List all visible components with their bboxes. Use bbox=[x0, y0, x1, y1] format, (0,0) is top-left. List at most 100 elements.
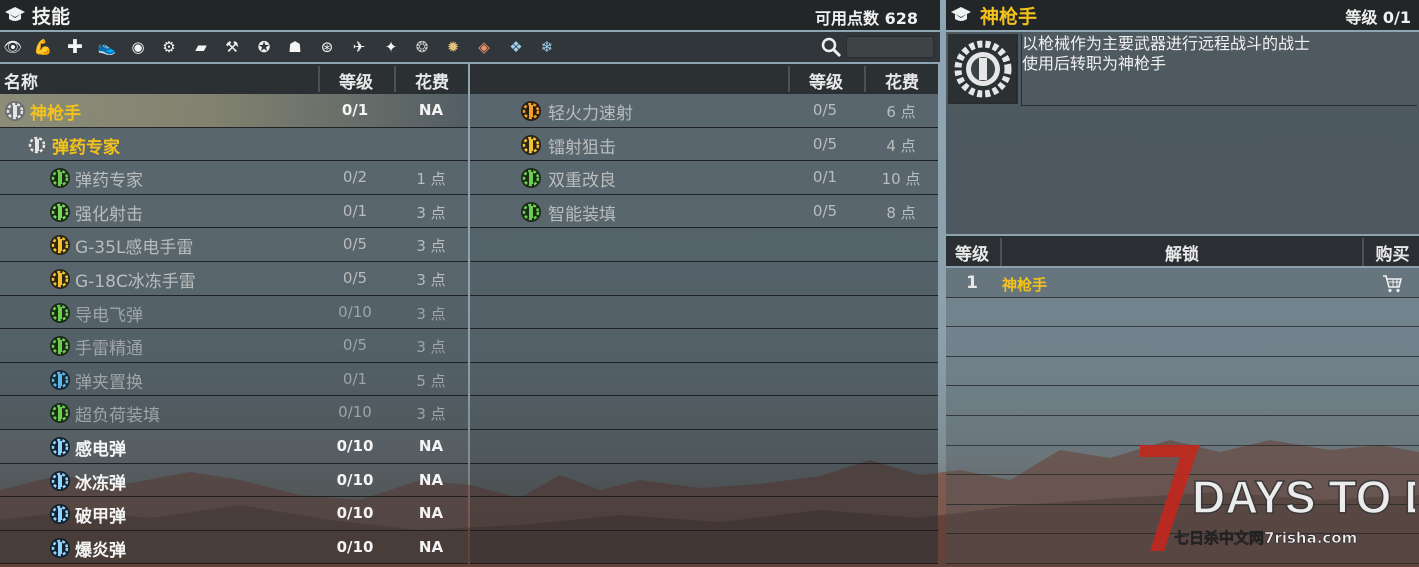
skill-row[interactable]: 弹药专家 0/2 1 点 bbox=[0, 161, 468, 195]
description-line: 以枪械作为主要武器进行远程战斗的战士 bbox=[1022, 34, 1311, 53]
skill-cost: 3 点 bbox=[416, 203, 446, 222]
detail-level: 等级 0/1 bbox=[1345, 8, 1411, 27]
empty-skill-row bbox=[470, 228, 938, 262]
ice-icon[interactable]: ❄ bbox=[537, 37, 557, 57]
skill-row[interactable]: 轻火力速射 0/5 6 点 bbox=[470, 94, 938, 128]
plus-icon[interactable]: ✚ bbox=[65, 36, 85, 58]
detail-title-bar: 神枪手 等级 0/1 bbox=[946, 0, 1419, 30]
skill-row[interactable]: 冰冻弹 0/10 NA bbox=[0, 463, 468, 498]
eye-icon[interactable]: 👁 bbox=[3, 37, 23, 57]
skill-row[interactable]: 破甲弹 0/10 NA bbox=[0, 497, 468, 531]
skull-gear-icon[interactable]: ✪ bbox=[254, 37, 274, 57]
skill-cost: 3 点 bbox=[416, 405, 446, 424]
gear-icon[interactable]: ⚙ bbox=[159, 37, 179, 57]
header-name: 名称 bbox=[4, 73, 38, 93]
bullet-icon bbox=[50, 168, 70, 189]
skill-cost: NA bbox=[418, 537, 444, 556]
emblem-icon[interactable]: ❂ bbox=[412, 37, 432, 57]
skill-cost: NA bbox=[418, 504, 444, 523]
skill-cost: 5 点 bbox=[416, 371, 446, 390]
rapid-fire-icon bbox=[521, 101, 541, 121]
skill-row[interactable]: 弹夹置换 0/1 5 点 bbox=[0, 362, 468, 397]
skills-title-bar: 技能 可用点数 628 bbox=[0, 0, 940, 30]
skill-level: 0/10 bbox=[336, 537, 374, 556]
overload-icon bbox=[50, 403, 70, 424]
skill-row[interactable]: 感电弹 0/10 NA bbox=[0, 429, 468, 464]
skill-level: 0/1 bbox=[341, 101, 369, 119]
skill-row[interactable]: 爆炎弹 0/10 NA bbox=[0, 530, 468, 565]
header-level: 等级 bbox=[788, 66, 862, 93]
empty-skill-row bbox=[470, 362, 938, 397]
skill-cost: 3 点 bbox=[416, 270, 446, 289]
unlock-row[interactable]: 1 神枪手 bbox=[946, 268, 1419, 298]
skill-row[interactable]: 导电飞弹 0/10 3 点 bbox=[0, 295, 468, 330]
search-icon[interactable] bbox=[820, 36, 842, 58]
missile-icon bbox=[50, 302, 70, 323]
empty-unlock-row bbox=[946, 327, 1419, 357]
skill-level: 0/5 bbox=[812, 134, 838, 153]
skill-row[interactable]: G-35L感电手雷 0/5 3 点 bbox=[0, 228, 468, 262]
cowboy-hat-icon[interactable]: ☗ bbox=[285, 37, 305, 57]
unlock-name: 神枪手 bbox=[1002, 276, 1048, 294]
cart-icon[interactable] bbox=[1381, 272, 1403, 294]
shock-round-icon bbox=[50, 436, 70, 457]
drone-icon[interactable]: ⊛ bbox=[317, 37, 337, 57]
gear-skull-icon bbox=[5, 101, 25, 121]
skill-name: 智能装填 bbox=[548, 204, 616, 225]
gunslinger-icon[interactable]: ✹ bbox=[443, 37, 463, 57]
skill-cost: NA bbox=[418, 436, 444, 455]
book-icon[interactable]: ▰ bbox=[191, 37, 211, 57]
skill-name: 爆炎弹 bbox=[75, 540, 126, 561]
description-line: 使用后转职为神枪手 bbox=[1022, 54, 1167, 73]
ap-round-icon bbox=[50, 504, 70, 525]
skill-name: G-18C冰冻手雷 bbox=[75, 271, 196, 292]
category-icon-bar: 👁 💪 ✚ 👟 ◉ ⚙ ▰ ⚒ ✪ ☗ ⊛ ✈ ✦ ❂ ✹ ◈ ❖ ❄ bbox=[0, 32, 940, 62]
skill-row[interactable]: 超负荷装填 0/10 3 点 bbox=[0, 396, 468, 430]
skill-cost: 3 点 bbox=[416, 338, 446, 357]
hammer-icon[interactable]: ⚒ bbox=[222, 37, 242, 57]
unlock-header-unlock: 解锁 bbox=[1000, 238, 1364, 266]
graduation-cap-icon bbox=[951, 7, 971, 21]
muscle-icon[interactable]: 💪 bbox=[33, 37, 53, 57]
bird-icon[interactable]: ✦ bbox=[381, 37, 401, 57]
skill-row[interactable]: 神枪手 0/1 NA bbox=[0, 94, 468, 128]
skill-row[interactable]: 手雷精通 0/5 3 点 bbox=[0, 329, 468, 363]
skill-cost: NA bbox=[418, 101, 444, 119]
shoe-icon[interactable]: 👟 bbox=[97, 37, 117, 57]
skill-name: 手雷精通 bbox=[75, 339, 143, 360]
skill-level: 0/10 bbox=[338, 302, 372, 321]
skill-level: 0/2 bbox=[342, 168, 368, 187]
target-icon[interactable]: ◈ bbox=[474, 37, 494, 57]
skill-row[interactable]: 强化射击 0/1 3 点 bbox=[0, 194, 468, 229]
logo-brand-text: DAYS TO DIE bbox=[1192, 471, 1415, 523]
skill-cost: 4 点 bbox=[886, 136, 916, 155]
grenade-icon bbox=[50, 268, 70, 289]
jet-icon[interactable]: ✈ bbox=[349, 37, 369, 57]
shield-icon[interactable]: ❖ bbox=[506, 37, 526, 57]
brain-icon[interactable]: ◉ bbox=[128, 37, 148, 57]
header-level: 等级 bbox=[318, 66, 392, 93]
skill-row[interactable]: 镭射狙击 0/5 4 点 bbox=[470, 127, 938, 162]
skill-row[interactable]: 智能装填 0/5 8 点 bbox=[470, 194, 938, 229]
unlock-header: 等级 解锁 购买 bbox=[946, 236, 1419, 266]
skill-name: 神枪手 bbox=[30, 104, 81, 124]
empty-unlock-row bbox=[946, 297, 1419, 328]
empty-skill-row bbox=[470, 463, 938, 498]
skill-level: 0/5 bbox=[342, 268, 368, 287]
skill-row[interactable]: G-18C冰冻手雷 0/5 3 点 bbox=[0, 261, 468, 296]
crosshair-icon bbox=[50, 201, 70, 222]
grenade-mastery-icon bbox=[50, 336, 70, 357]
skill-name: 弹药专家 bbox=[75, 171, 143, 192]
skill-cost: 8 点 bbox=[886, 203, 916, 222]
double-mod-icon bbox=[521, 168, 541, 189]
fire-round-icon bbox=[50, 537, 70, 558]
search-input[interactable] bbox=[846, 36, 934, 58]
skill-name: 弹夹置换 bbox=[75, 372, 143, 393]
skill-cost: 3 点 bbox=[416, 304, 446, 323]
skill-name: 强化射击 bbox=[75, 204, 143, 225]
skill-cost: NA bbox=[418, 470, 444, 489]
header-cost: 花费 bbox=[394, 66, 468, 93]
skill-row[interactable]: 弹药专家 bbox=[0, 127, 468, 162]
skill-row[interactable]: 双重改良 0/1 10 点 bbox=[470, 161, 938, 195]
skill-rows-left: 神枪手 0/1 NA 弹药专家 弹药专家 0/2 1 点 强化射击 0/1 3 点 G-35… bbox=[0, 94, 468, 565]
